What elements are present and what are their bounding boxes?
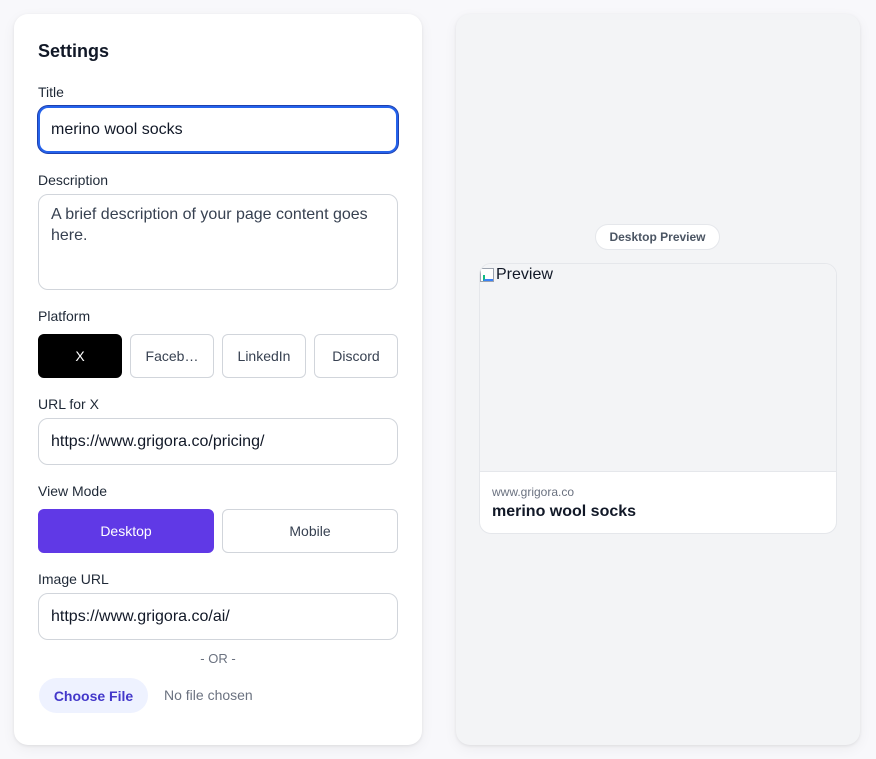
platform-label: Platform <box>38 308 91 324</box>
desktop-mode-button[interactable]: Desktop <box>38 509 214 553</box>
choose-file-button[interactable]: Choose File <box>39 678 148 713</box>
image-url-label: Image URL <box>38 571 109 587</box>
broken-image-icon <box>480 268 494 282</box>
link-preview-card[interactable]: Preview www.grigora.co merino wool socks <box>479 263 837 534</box>
url-label: URL for X <box>38 396 99 412</box>
title-input[interactable]: merino wool socks <box>38 106 398 153</box>
file-status-text: No file chosen <box>164 687 253 703</box>
description-textarea[interactable]: A brief description of your page content… <box>38 194 398 290</box>
settings-panel: Settings Title merino wool socks Descrip… <box>14 14 422 745</box>
preview-panel: Desktop Preview Preview www.grigora.co m… <box>456 14 860 745</box>
preview-image-alt: Preview <box>496 266 553 283</box>
platform-discord-label: Discord <box>332 348 380 364</box>
preview-image: Preview <box>480 264 836 472</box>
preview-title: merino wool socks <box>492 503 637 520</box>
title-label: Title <box>38 84 64 100</box>
image-url-input-value: https://www.grigora.co/ai/ <box>51 607 230 625</box>
platform-discord-button[interactable]: Discord <box>314 334 398 378</box>
title-input-value: merino wool socks <box>51 120 183 138</box>
desktop-mode-label: Desktop <box>100 523 152 539</box>
preview-domain: www.grigora.co <box>492 485 575 499</box>
settings-heading: Settings <box>38 41 110 61</box>
mobile-mode-button[interactable]: Mobile <box>222 509 398 553</box>
view-mode-label: View Mode <box>38 483 108 499</box>
platform-x-label: X <box>75 348 85 364</box>
broken-image-placeholder: Preview <box>480 266 553 284</box>
image-url-input[interactable]: https://www.grigora.co/ai/ <box>38 593 398 640</box>
platform-linkedin-button[interactable]: LinkedIn <box>222 334 306 378</box>
url-input[interactable]: https://www.grigora.co/pricing/ <box>38 418 398 465</box>
platform-linkedin-label: LinkedIn <box>237 348 291 364</box>
description-label: Description <box>38 172 109 188</box>
or-divider: - OR - <box>200 651 236 666</box>
platform-facebook-label: Faceb… <box>145 348 199 364</box>
desktop-preview-badge: Desktop Preview <box>595 224 720 250</box>
mobile-mode-label: Mobile <box>289 523 331 539</box>
platform-x-button[interactable]: X <box>38 334 122 378</box>
url-input-value: https://www.grigora.co/pricing/ <box>51 432 265 450</box>
platform-facebook-button[interactable]: Faceb… <box>130 334 214 378</box>
